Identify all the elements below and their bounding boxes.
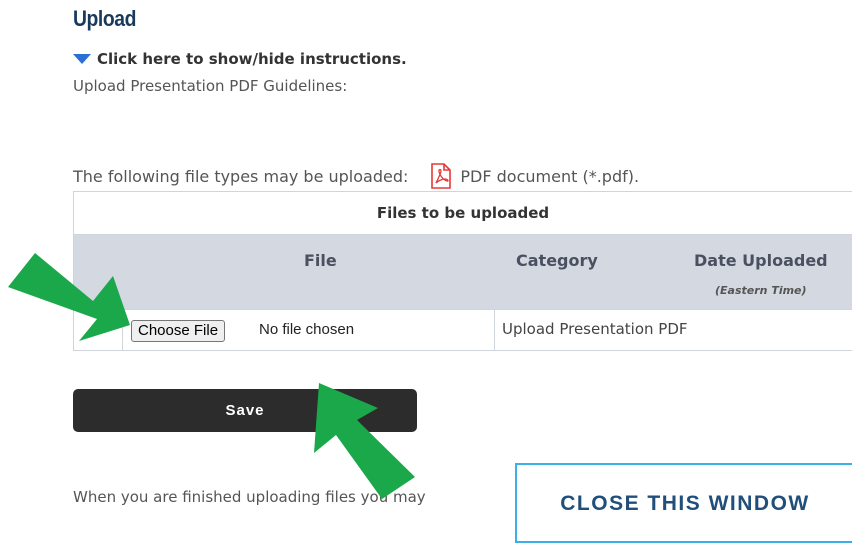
file-types-prefix: The following file types may be uploaded… xyxy=(73,166,409,186)
triangle-down-icon xyxy=(73,54,91,64)
close-window-button[interactable]: CLOSE THIS WINDOW xyxy=(515,463,852,543)
instructions-toggle[interactable]: Click here to show/hide instructions. xyxy=(73,50,407,68)
save-button[interactable]: Save xyxy=(73,389,417,432)
cell-divider xyxy=(122,310,123,351)
column-header-file: File xyxy=(304,251,337,270)
column-header-category: Category xyxy=(516,251,598,270)
choose-file-button[interactable]: Choose File xyxy=(131,320,226,342)
cell-divider xyxy=(494,310,495,351)
table-header-row: File Category Date Uploaded (Eastern Tim… xyxy=(74,235,852,309)
file-types-label: PDF document (*.pdf). xyxy=(460,166,640,186)
table-title: Files to be uploaded xyxy=(74,192,852,235)
timezone-note: (Eastern Time) xyxy=(715,284,807,297)
file-types-line: The following file types may be uploaded… xyxy=(73,163,639,189)
pdf-file-icon xyxy=(431,163,452,189)
upload-table: Files to be uploaded File Category Date … xyxy=(73,191,852,351)
category-cell: Upload Presentation PDF xyxy=(502,320,688,338)
page-title: Upload xyxy=(73,6,136,31)
column-header-date-uploaded: Date Uploaded xyxy=(694,251,828,270)
finished-text: When you are finished uploading files yo… xyxy=(73,488,426,506)
no-file-chosen-label: No file chosen xyxy=(259,321,355,338)
table-row: Choose File No file chosen Upload Presen… xyxy=(74,309,852,351)
guidelines-label: Upload Presentation PDF Guidelines: xyxy=(73,77,348,95)
instructions-toggle-label: Click here to show/hide instructions. xyxy=(97,50,407,68)
